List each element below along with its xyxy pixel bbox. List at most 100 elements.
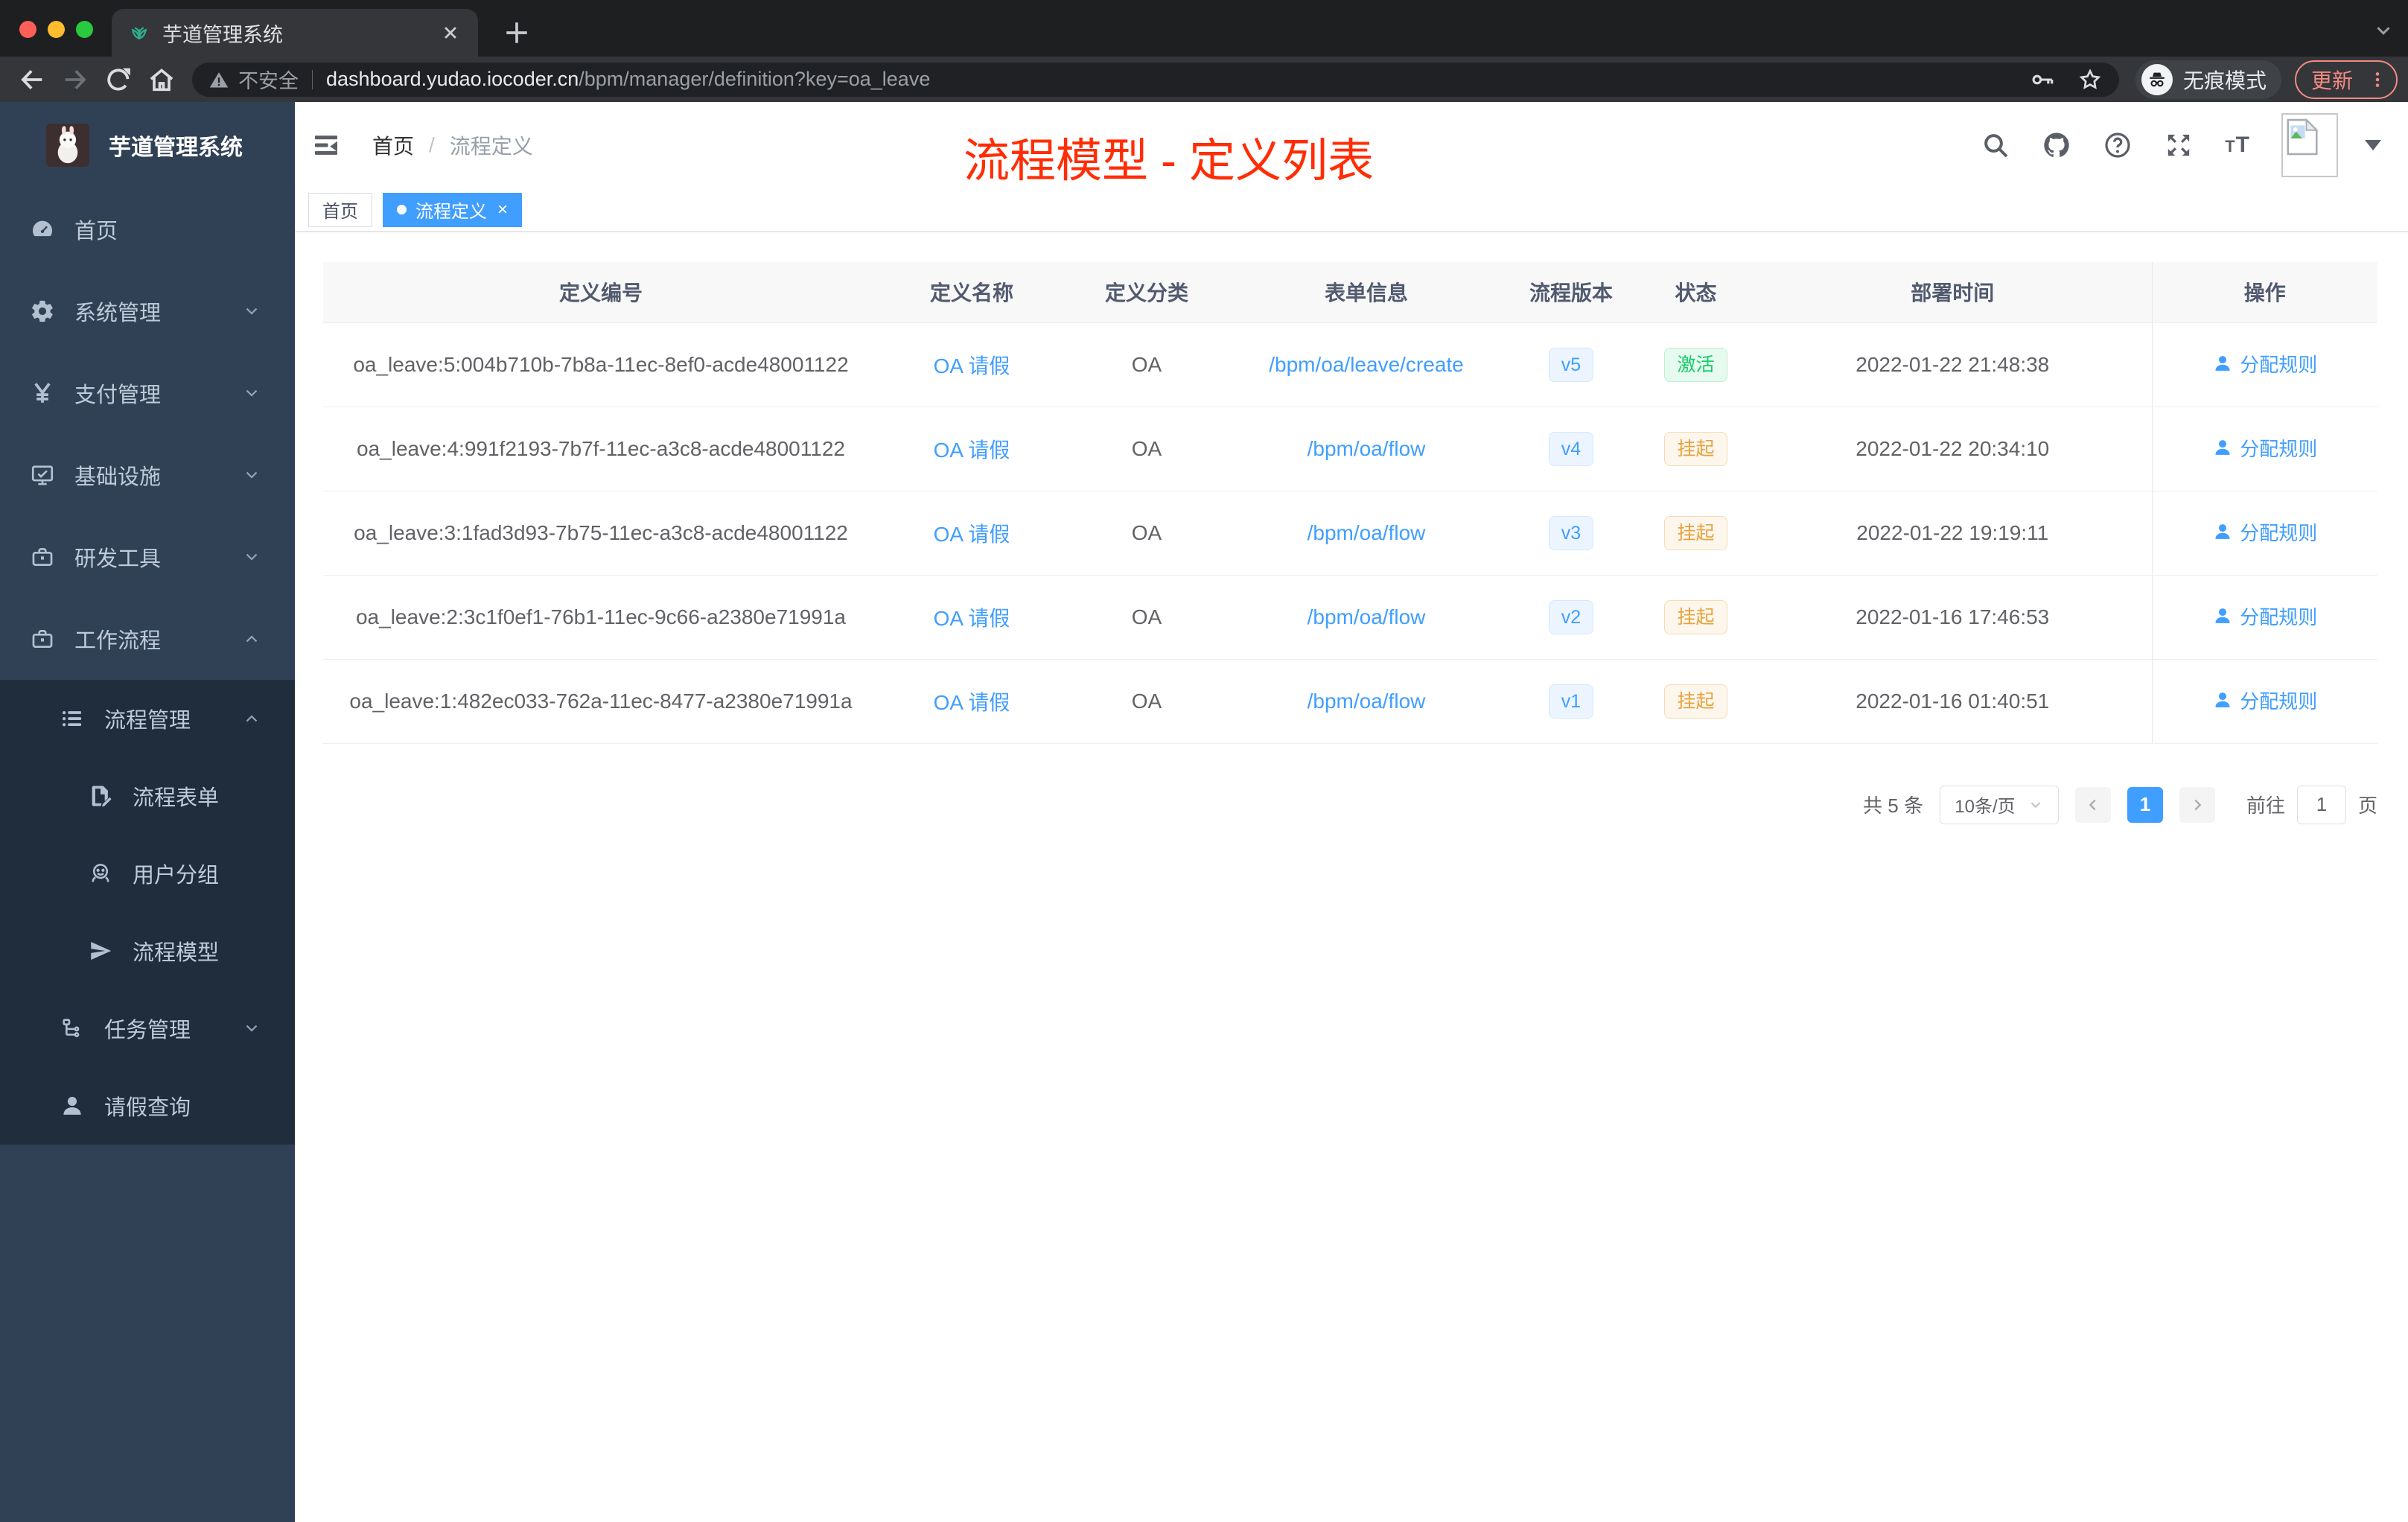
definition-name-link[interactable]: OA 请假 — [934, 691, 1010, 714]
chevron-down-icon — [243, 1019, 261, 1037]
table-row: oa_leave:2:3c1f0ef1-76b1-11ec-9c66-a2380… — [323, 575, 2377, 660]
user-avatar[interactable] — [2281, 113, 2338, 177]
sidebar-item-任务管理[interactable]: 任务管理 — [0, 990, 295, 1067]
sidebar-item-支付管理[interactable]: 支付管理 — [0, 352, 295, 434]
font-size-icon[interactable]: TT — [2225, 133, 2250, 158]
next-page-button[interactable] — [2179, 786, 2215, 823]
assign-rule-link[interactable]: 分配规则 — [2212, 602, 2317, 630]
search-icon[interactable] — [1981, 130, 2010, 160]
tag-首页[interactable]: 首页 — [308, 192, 372, 227]
tasks-icon — [60, 1016, 85, 1041]
assign-rule-link[interactable]: 分配规则 — [2212, 687, 2317, 714]
sidebar-item-流程管理[interactable]: 流程管理 — [0, 680, 295, 757]
sidebar-item-流程模型[interactable]: 流程模型 — [0, 912, 295, 990]
definition-name-link[interactable]: OA 请假 — [934, 607, 1010, 630]
key-icon[interactable] — [2030, 67, 2055, 92]
new-tab-button[interactable] — [500, 16, 533, 49]
definition-name-link[interactable]: OA 请假 — [934, 354, 1010, 378]
user-icon — [2215, 440, 2230, 456]
security-label[interactable]: 不安全 — [238, 65, 299, 94]
tab-close-icon[interactable] — [439, 22, 462, 44]
reload-icon[interactable] — [103, 65, 133, 95]
bookmark-star-icon[interactable] — [2077, 67, 2103, 92]
cell-definition-id: oa_leave:5:004b710b-7b8a-11ec-8ef0-acde4… — [323, 322, 879, 407]
sidebar-item-首页[interactable]: 首页 — [0, 188, 295, 270]
tab-title: 芋道管理系统 — [162, 23, 283, 46]
sidebar-item-研发工具[interactable]: 研发工具 — [0, 516, 295, 598]
version-badge: v1 — [1548, 684, 1594, 719]
chrome-update-button[interactable]: 更新 — [2294, 60, 2398, 99]
list-icon — [60, 706, 85, 731]
browser-tab[interactable]: 芋道管理系统 — [112, 9, 478, 57]
help-icon[interactable] — [2103, 130, 2133, 160]
form-info-link[interactable]: /bpm/oa/flow — [1307, 605, 1426, 628]
goto-prefix: 前往 — [2246, 795, 2285, 817]
column-header: 流程版本 — [1504, 262, 1638, 323]
sidebar-logo[interactable]: 芋道管理系统 — [0, 102, 295, 188]
assign-rule-link[interactable]: 分配规则 — [2212, 434, 2317, 462]
back-icon[interactable] — [17, 65, 47, 95]
sidebar-item-基础设施[interactable]: 基础设施 — [0, 434, 295, 516]
minimize-window-button[interactable] — [48, 21, 65, 38]
table-body: oa_leave:5:004b710b-7b8a-11ec-8ef0-acde4… — [323, 322, 2377, 744]
close-window-button[interactable] — [19, 21, 36, 38]
sidebar-item-用户分组[interactable]: 用户分组 — [0, 835, 295, 912]
status-badge: 挂起 — [1664, 431, 1727, 466]
yen-icon — [30, 380, 55, 406]
sidebar-collapse-icon[interactable] — [311, 130, 341, 160]
goto-suffix: 页 — [2357, 795, 2377, 817]
user-icon — [2215, 524, 2230, 540]
zoom-window-button[interactable] — [76, 21, 93, 38]
cell-definition-id: oa_leave:1:482ec033-762a-11ec-8477-a2380… — [323, 659, 879, 744]
page-size-select[interactable]: 10条/页 — [1939, 785, 2059, 824]
sidebar-menu: 首页系统管理支付管理基础设施研发工具工作流程 — [0, 188, 295, 680]
chevron-up-icon — [243, 630, 261, 648]
definition-table: 定义编号 定义名称 定义分类 表单信息 流程版本 状态 部署时间 操作 oa_leave:5:… — [323, 262, 2377, 744]
tag-流程定义[interactable]: 流程定义 × — [383, 192, 523, 227]
form-info-link[interactable]: /bpm/oa/flow — [1307, 521, 1426, 544]
assign-rule-link[interactable]: 分配规则 — [2212, 350, 2317, 378]
home-icon[interactable] — [147, 65, 176, 95]
status-badge: 挂起 — [1664, 684, 1727, 719]
tab-search-chevron-icon[interactable] — [2372, 19, 2395, 42]
chrome-menu-icon[interactable] — [2368, 70, 2387, 89]
avatar-dropdown-caret-icon[interactable] — [2365, 140, 2381, 150]
url-bar[interactable]: 不安全 dashboard.yudao.iocoder.cn /bpm/mana… — [192, 62, 2119, 97]
breadcrumb: 首页 / 流程定义 — [372, 130, 533, 160]
form-info-link[interactable]: /bpm/oa/flow — [1307, 437, 1426, 460]
breadcrumb-home[interactable]: 首页 — [372, 130, 414, 160]
sidebar-item-label: 研发工具 — [74, 547, 162, 571]
tag-close-icon[interactable]: × — [497, 200, 508, 219]
goto-page-input[interactable]: 1 — [2296, 785, 2346, 824]
current-page-button[interactable]: 1 — [2127, 786, 2163, 823]
sidebar-item-label: 流程模型 — [133, 941, 220, 965]
definition-name-link[interactable]: OA 请假 — [934, 523, 1010, 546]
assign-rule-link[interactable]: 分配规则 — [2212, 518, 2317, 546]
prev-page-button[interactable] — [2074, 786, 2111, 823]
pagination: 共 5 条 10条/页 1 前往 1 页 — [323, 785, 2377, 824]
cell-definition-id: oa_leave:3:1fad3d93-7b75-11ec-a3c8-acde4… — [323, 491, 879, 576]
form-info-link[interactable]: /bpm/oa/flow — [1307, 690, 1426, 713]
version-badge: v3 — [1548, 515, 1594, 550]
github-icon[interactable] — [2042, 130, 2071, 160]
annotation-title: 流程模型 - 定义列表 — [963, 136, 1375, 187]
sidebar-item-label: 系统管理 — [74, 302, 162, 325]
definition-name-link[interactable]: OA 请假 — [934, 439, 1010, 462]
sidebar-item-label: 用户分组 — [133, 864, 220, 888]
form-info-link[interactable]: /bpm/oa/leave/create — [1269, 353, 1464, 376]
sidebar-item-系统管理[interactable]: 系统管理 — [0, 270, 295, 352]
fullscreen-icon[interactable] — [2164, 130, 2194, 160]
column-header: 定义编号 — [323, 262, 879, 323]
incognito-icon — [2141, 63, 2173, 95]
forward-icon[interactable] — [60, 65, 90, 95]
url-domain[interactable]: dashboard.yudao.iocoder.cn — [326, 68, 579, 91]
chevron-down-icon — [243, 548, 261, 566]
url-path[interactable]: /bpm/manager/definition?key=oa_leave — [579, 68, 930, 91]
breadcrumb-separator: / — [429, 133, 435, 156]
sidebar-item-label: 基础设施 — [74, 465, 162, 489]
sidebar-item-工作流程[interactable]: 工作流程 — [0, 598, 295, 680]
main-area: 流程模型 - 定义列表 首页 / 流程定义 TT 首页 流程定义 × 定义编号 … — [295, 102, 2408, 1522]
sidebar-item-请假查询[interactable]: 请假查询 — [0, 1067, 295, 1144]
sidebar-item-label: 请假查询 — [104, 1096, 191, 1120]
sidebar-item-流程表单[interactable]: 流程表单 — [0, 757, 295, 835]
